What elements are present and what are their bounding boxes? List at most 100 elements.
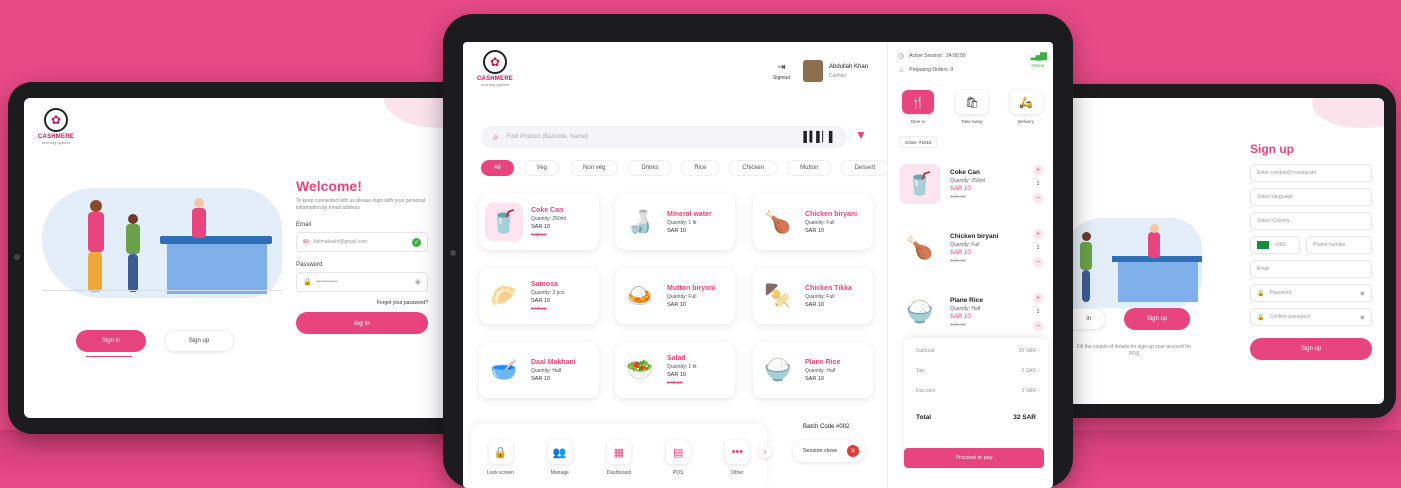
confirm-placeholder: Confirm password [1269, 314, 1310, 320]
nav-item-other[interactable]: ••• Other [717, 440, 757, 476]
signup-button[interactable]: Sign up [1250, 338, 1372, 360]
barcode-icon[interactable]: ▌▍▌▏▌ [803, 132, 836, 143]
signup-tab[interactable]: Sign up [1124, 308, 1190, 330]
nav-item-dashboard[interactable]: ▦ Dashboard [599, 440, 639, 476]
order-item-name: Plane Rice [950, 297, 983, 304]
filter-icon[interactable]: ▼ [855, 128, 867, 142]
phone-field[interactable]: Phone number [1306, 236, 1372, 254]
search-icon: ⌕ [493, 131, 499, 143]
proceed-to-pay-button[interactable]: Proceed to pay [904, 448, 1044, 468]
category-chip-dessert[interactable]: Dessert [841, 160, 889, 176]
plus-icon[interactable]: + [1033, 165, 1043, 175]
product-price: SAR 10 [805, 301, 824, 308]
avatar [803, 60, 823, 82]
product-card[interactable]: 🥤 Coke Can Quantity: 250ml SAR 10 SAR 15 [479, 194, 599, 250]
confirm-password-field[interactable]: 🔒 Confirm password ◉ [1250, 308, 1372, 326]
biryani-icon: 🍗 [759, 203, 797, 241]
service-dine-in[interactable]: 🍴 Dine in [902, 90, 934, 124]
search-input[interactable]: Find Product (Barcode, Name) [507, 134, 796, 140]
order-item-price: SAR 10 [950, 250, 971, 256]
nav-item-lock-screen[interactable]: 🔒 Lock screen [481, 440, 521, 476]
product-price: SAR 10 [667, 372, 686, 378]
product-quantity: Quantity: 1 kt [667, 364, 697, 370]
order-item: 🍗 Chicken biryani Quantity: Full SAR 10 SAR … [900, 220, 1043, 276]
product-card[interactable]: 🍶 Mineral water Quantity: 1 ltr SAR 10 [615, 194, 735, 250]
category-chip-rice[interactable]: Rice [681, 160, 720, 176]
category-chip-drinks[interactable]: Drinks [628, 160, 672, 176]
product-name: Coke Can [531, 207, 564, 214]
order-item-old-price: SAR 15 [950, 322, 966, 327]
company-field[interactable]: Enter company/ restaurant [1250, 164, 1372, 182]
preparing-orders: Preparing Orders: 9 [909, 67, 954, 73]
nav-next-icon[interactable]: › [759, 446, 771, 458]
email-field[interactable]: Email [1250, 260, 1372, 278]
phone-code-select[interactable]: +966 [1250, 236, 1300, 254]
country-select[interactable]: Select Country [1250, 212, 1372, 230]
order-item-image: 🥤 [900, 164, 940, 204]
plus-icon[interactable]: + [1033, 293, 1043, 303]
session-close-button[interactable]: Session close ✕ [793, 440, 865, 462]
tablet-camera [450, 250, 456, 256]
flag-icon [1257, 241, 1269, 249]
signup-tab[interactable]: Sign up [164, 330, 234, 352]
search-bar[interactable]: ⌕ Find Product (Barcode, Name) ▌▍▌▏▌ [481, 126, 847, 148]
service-delivery[interactable]: 🛵 Delivery [1010, 90, 1042, 124]
minus-icon[interactable]: − [1033, 321, 1043, 331]
category-chip-mutton[interactable]: Mutton [787, 160, 832, 176]
eye-icon[interactable]: ◉ [1360, 290, 1365, 297]
product-quantity: Quantity: Half [531, 367, 562, 374]
product-name: Plane Rice [805, 358, 841, 366]
product-card[interactable]: 🥣 Daal Makhani Quantity: Half SAR 10 [479, 342, 599, 398]
login-button[interactable]: log in [296, 312, 428, 334]
signout-button[interactable]: ⇥ Signout [773, 62, 790, 81]
product-card[interactable]: 🍚 Plane Rice Quantity: Half SAR 10 [753, 342, 873, 398]
category-chip-veg[interactable]: Veg [523, 160, 561, 176]
rice-bowl-icon: 🍛 [621, 277, 659, 315]
order-item-info: Coke Can Quantity: 250ml SAR 10 SAR 15 [950, 169, 985, 199]
product-card[interactable]: 🥗 Salad Quantity: 1 kt SAR 10 SAR 15 [615, 342, 735, 398]
service-types: 🍴 Dine in 🛍 Take Away 🛵 Delivery [902, 90, 1042, 124]
user-profile[interactable]: Abdullah Khan Cashier [803, 60, 868, 82]
nav-label: Dashboard [606, 470, 632, 476]
shop-illustration [42, 178, 282, 308]
email-value: fatimakashi@gmail.com [313, 239, 368, 245]
samosa-icon: 🥟 [485, 277, 523, 315]
product-card[interactable]: 🥟 Samosa Quantity: 3 pcs SAR 10 SAR 15 [479, 268, 599, 324]
minus-icon[interactable]: − [1033, 193, 1043, 203]
forgot-password-link[interactable]: Forgot your password? [296, 300, 428, 306]
product-card[interactable]: 🍢 Chicken Tikka Quantity: Full SAR 10 [753, 268, 873, 324]
brand-tagline: ordering system [480, 82, 510, 87]
category-chip-chicken[interactable]: Chicken [729, 160, 778, 176]
nav-item-manage[interactable]: 👥 Manage [540, 440, 580, 476]
category-chip-all[interactable]: All [481, 160, 514, 176]
signin-tab[interactable]: Sign in [76, 330, 146, 352]
category-chip-non-veg[interactable]: Non veg [570, 160, 619, 176]
product-quantity: Quantity: Half [805, 367, 836, 374]
session-close-label: Session close [803, 448, 837, 454]
service-take-away[interactable]: 🛍 Take Away [956, 90, 988, 124]
pos-tablet: ✿ CASHMERE ordering system ⇥ Signout Abd… [443, 14, 1073, 488]
eye-icon[interactable]: ◉ [415, 278, 421, 286]
plus-icon[interactable]: + [1033, 229, 1043, 239]
user-name: Abdullah Khan [829, 63, 869, 70]
eye-icon[interactable]: ◉ [1360, 314, 1365, 321]
email-field[interactable]: ✉ fatimakashi@gmail.com ✓ [296, 232, 428, 252]
quantity-stepper: +1 − [1033, 165, 1043, 203]
daal-bowl-icon: 🥣 [485, 351, 523, 389]
tablet-camera [14, 254, 20, 260]
product-card[interactable]: 🍗 Chicken biryani Quantity: Full SAR 10 [753, 194, 873, 250]
product-price: SAR 10 [531, 224, 550, 230]
product-old-price: SAR 15 [531, 232, 547, 237]
minus-icon[interactable]: − [1033, 257, 1043, 267]
language-select[interactable]: Select language [1250, 188, 1372, 206]
product-card[interactable]: 🍛 Mutton biryani Quantity: Full SAR 10 [615, 268, 735, 324]
product-info: Chicken Tikka Quantity: Full SAR 10 [805, 285, 852, 308]
password-field[interactable]: 🔒 •••••••••••• ◉ [296, 272, 428, 292]
product-price: SAR 10 [667, 227, 686, 234]
password-field[interactable]: 🔒 Password ◉ [1250, 284, 1372, 302]
nav-item-pos[interactable]: ▤ POS [658, 440, 698, 476]
summary-label: Subtotal [916, 348, 935, 354]
lock-icon: 🔒 [1257, 314, 1265, 321]
order-number: Order: #1015 [900, 136, 937, 148]
product-info: Salad Quantity: 1 kt SAR 10 SAR 15 [667, 355, 696, 385]
